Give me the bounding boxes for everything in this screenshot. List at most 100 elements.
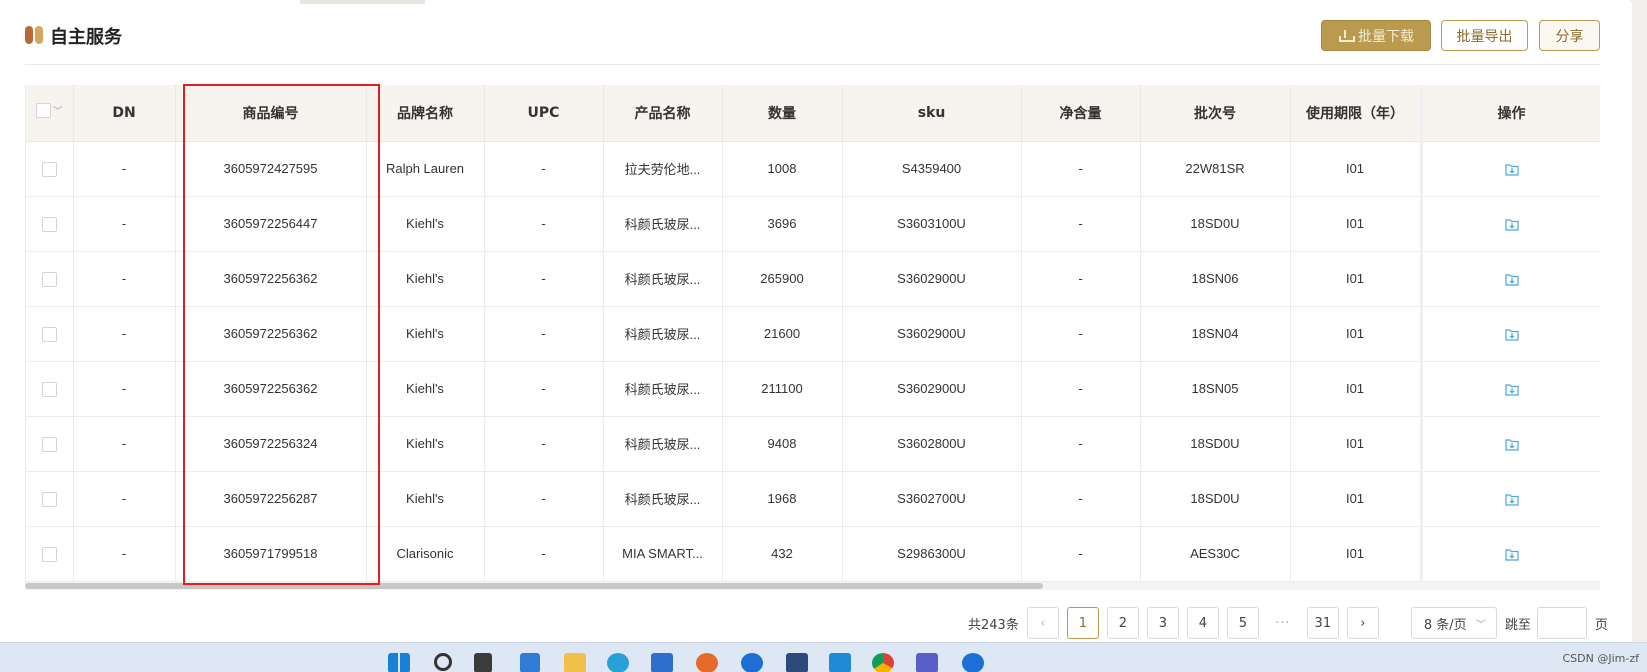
download-folder-icon[interactable] <box>1504 548 1519 561</box>
top-strip <box>300 0 425 4</box>
cell-net: - <box>1021 141 1141 197</box>
cell-qty: 265900 <box>722 251 843 307</box>
select-all-checkbox[interactable] <box>36 103 52 119</box>
row-actions-cell <box>1419 416 1600 472</box>
page-button-3[interactable]: 3 <box>1146 607 1179 639</box>
row-select-cell[interactable] <box>26 526 74 582</box>
download-icon <box>1338 29 1355 43</box>
row-select-cell[interactable] <box>26 306 74 362</box>
task-view-icon[interactable] <box>474 653 492 672</box>
store-icon[interactable] <box>651 653 673 672</box>
row-select-cell[interactable] <box>26 251 74 307</box>
row-checkbox[interactable] <box>41 381 57 397</box>
scrollbar-thumb[interactable] <box>25 583 1043 589</box>
download-folder-icon[interactable] <box>1504 163 1519 176</box>
cell-dn: - <box>73 141 176 197</box>
thunder-icon[interactable] <box>741 653 763 672</box>
batch-export-button[interactable]: 批量导出 <box>1441 20 1528 51</box>
column-header-product-code[interactable]: 商品编号 <box>175 85 367 142</box>
page-size-select[interactable]: 8 条/页 ﹀ <box>1410 607 1497 639</box>
column-header-upc[interactable]: UPC <box>484 85 604 142</box>
cell-sku: S3602900U <box>842 251 1022 307</box>
row-actions-cell <box>1419 251 1600 307</box>
cell-batch: AES30C <box>1140 526 1291 582</box>
column-header-net-content[interactable]: 净含量 <box>1021 85 1141 142</box>
cell-term: I01 <box>1290 416 1422 472</box>
cell-qty: 3696 <box>722 196 843 252</box>
cell-code: 3605972256287 <box>175 471 367 527</box>
chevron-down-icon[interactable]: ﹀ <box>53 104 62 117</box>
maps-icon[interactable] <box>962 653 984 672</box>
row-select-cell[interactable] <box>26 416 74 472</box>
share-button[interactable]: 分享 <box>1539 20 1600 51</box>
search-icon[interactable] <box>434 653 452 671</box>
download-folder-icon[interactable] <box>1504 328 1519 341</box>
cell-dn: - <box>73 361 176 417</box>
row-select-cell[interactable] <box>26 141 74 197</box>
cell-name: 科颜氏玻尿... <box>603 416 723 472</box>
cat-app-icon[interactable] <box>786 653 808 672</box>
batch-download-button[interactable]: 批量下载 <box>1321 20 1431 51</box>
row-select-cell[interactable] <box>26 471 74 527</box>
firefox-icon[interactable] <box>696 653 718 672</box>
row-select-cell[interactable] <box>26 196 74 252</box>
chrome-icon[interactable] <box>872 653 894 672</box>
page-button-4[interactable]: 4 <box>1186 607 1219 639</box>
download-folder-icon[interactable] <box>1504 383 1519 396</box>
page-ellipsis[interactable]: ··· <box>1267 616 1299 631</box>
windows-start-icon[interactable] <box>388 653 410 672</box>
cell-term: I01 <box>1290 361 1422 417</box>
row-actions-cell <box>1419 471 1600 527</box>
next-page-button[interactable]: › <box>1346 607 1379 639</box>
cell-brand: Clarisonic <box>366 526 485 582</box>
cell-brand: Kiehl's <box>366 196 485 252</box>
row-checkbox[interactable] <box>41 216 57 232</box>
cell-batch: 18SD0U <box>1140 196 1291 252</box>
row-checkbox[interactable] <box>41 491 57 507</box>
row-actions-cell <box>1419 361 1600 417</box>
header-select-all[interactable]: ﹀ <box>26 85 74 142</box>
vscode-icon[interactable] <box>829 653 851 672</box>
cell-sku: S3602900U <box>842 306 1022 362</box>
page-title: 自主服务 <box>50 27 122 48</box>
prev-page-button[interactable]: ‹ <box>1026 607 1059 639</box>
cell-name: MIA SMART... <box>603 526 723 582</box>
column-header-product-name[interactable]: 产品名称 <box>603 85 723 142</box>
file-explorer-icon[interactable] <box>564 653 586 672</box>
cell-upc: - <box>484 471 604 527</box>
column-header-quantity[interactable]: 数量 <box>722 85 843 142</box>
download-folder-icon[interactable] <box>1504 218 1519 231</box>
row-actions-cell <box>1419 196 1600 252</box>
horizontal-scrollbar[interactable] <box>25 582 1600 590</box>
cell-net: - <box>1021 416 1141 472</box>
page-button-1[interactable]: 1 <box>1066 607 1099 639</box>
page-button-2[interactable]: 2 <box>1106 607 1139 639</box>
edge-icon[interactable] <box>607 653 629 672</box>
column-header-dn[interactable]: DN <box>73 85 176 142</box>
cell-dn: - <box>73 196 176 252</box>
cell-term: I01 <box>1290 196 1422 252</box>
row-checkbox[interactable] <box>41 326 57 342</box>
cell-batch: 18SN05 <box>1140 361 1291 417</box>
pagination-total: 共243条 <box>968 617 1019 633</box>
widgets-icon[interactable] <box>520 653 540 672</box>
jump-page-input[interactable] <box>1536 607 1587 639</box>
page-button-last[interactable]: 31 <box>1306 607 1339 639</box>
download-folder-icon[interactable] <box>1504 273 1519 286</box>
page-button-5[interactable]: 5 <box>1226 607 1259 639</box>
row-checkbox[interactable] <box>41 436 57 452</box>
row-checkbox[interactable] <box>41 271 57 287</box>
download-folder-icon[interactable] <box>1504 438 1519 451</box>
row-checkbox[interactable] <box>41 161 57 177</box>
row-select-cell[interactable] <box>26 361 74 417</box>
column-header-brand[interactable]: 品牌名称 <box>366 85 485 142</box>
cell-dn: - <box>73 251 176 307</box>
cell-upc: - <box>484 196 604 252</box>
column-header-sku[interactable]: sku <box>842 85 1022 142</box>
column-header-term[interactable]: 使用期限（年） <box>1290 85 1422 142</box>
column-header-batch[interactable]: 批次号 <box>1140 85 1291 142</box>
row-checkbox[interactable] <box>41 546 57 562</box>
cell-batch: 18SD0U <box>1140 416 1291 472</box>
download-folder-icon[interactable] <box>1504 493 1519 506</box>
teams-icon[interactable] <box>916 653 938 672</box>
